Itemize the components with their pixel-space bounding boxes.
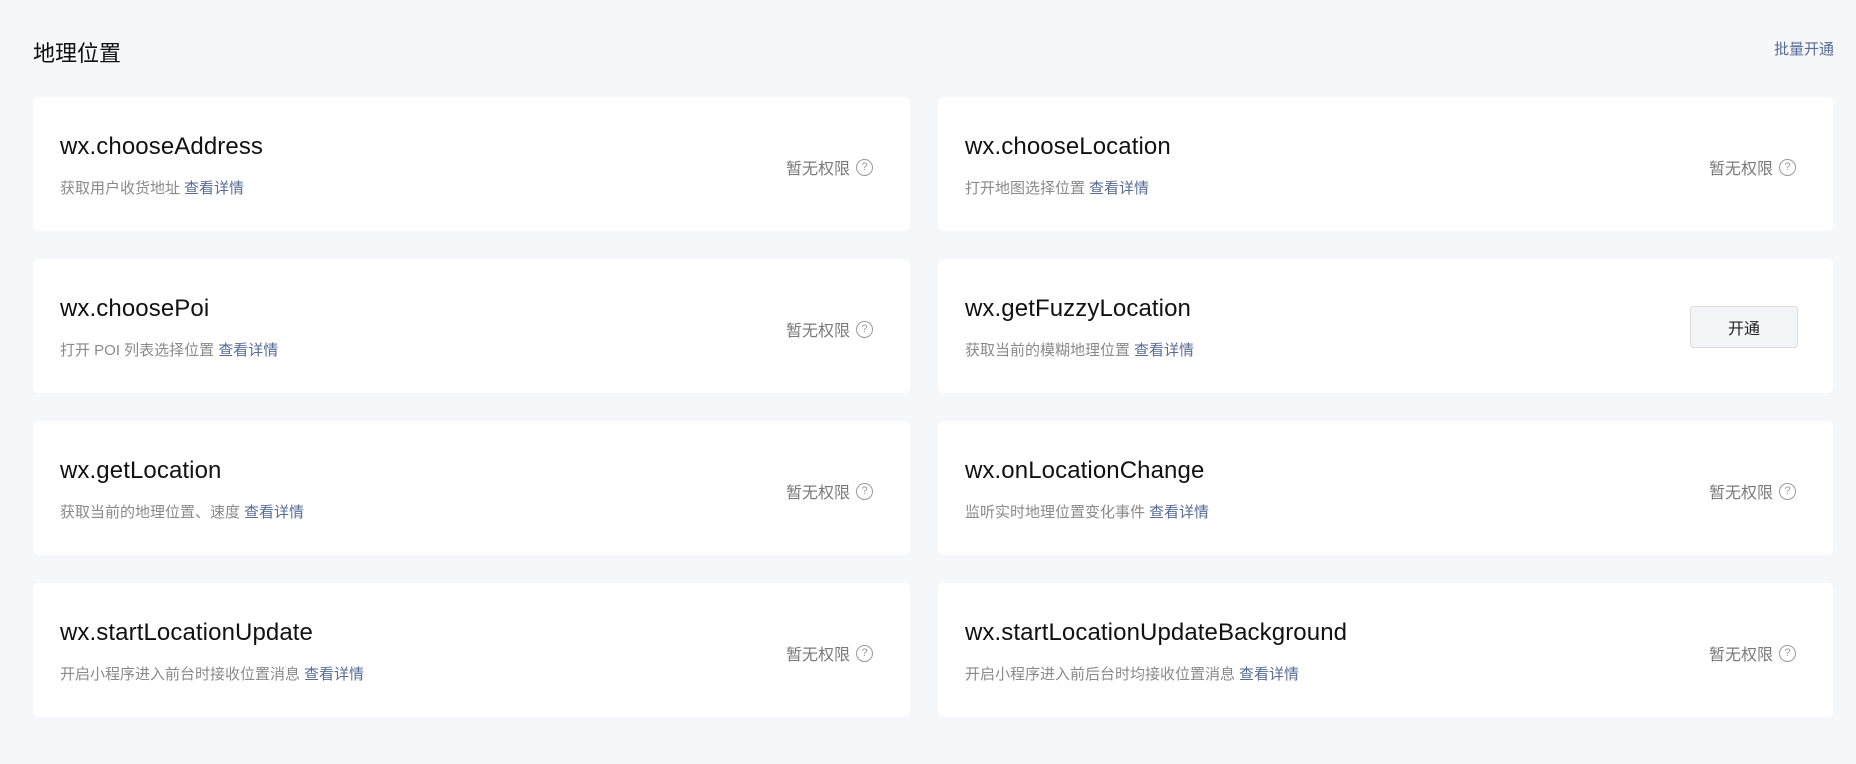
api-desc-text: 监听实时地理位置变化事件 bbox=[965, 504, 1146, 521]
api-card-getLocation: wx.getLocation 获取当前的地理位置、速度 查看详情 暂无权限 ? bbox=[33, 421, 910, 555]
question-circle-icon[interactable]: ? bbox=[1779, 644, 1796, 662]
no-permission-label: 暂无权限 bbox=[785, 161, 850, 178]
page-title: 地理位置 bbox=[33, 41, 122, 66]
no-permission-label: 暂无权限 bbox=[1708, 485, 1773, 502]
api-name: wx.startLocationUpdate bbox=[60, 619, 314, 646]
api-name: wx.getLocation bbox=[60, 457, 222, 484]
no-permission-label: 暂无权限 bbox=[1708, 161, 1773, 178]
view-details-link[interactable]: 查看详情 bbox=[1239, 666, 1299, 683]
api-description: 获取当前的模糊地理位置 查看详情 bbox=[965, 339, 1194, 360]
api-description: 开启小程序进入前后台时均接收位置消息 查看详情 bbox=[965, 663, 1299, 684]
api-name: wx.chooseAddress bbox=[60, 133, 264, 160]
view-details-link[interactable]: 查看详情 bbox=[1089, 180, 1149, 197]
api-card-onLocationChange: wx.onLocationChange 监听实时地理位置变化事件 查看详情 暂无权… bbox=[938, 421, 1833, 555]
question-circle-icon[interactable]: ? bbox=[1779, 158, 1796, 176]
no-permission-label: 暂无权限 bbox=[1708, 647, 1773, 664]
api-card-startLocationUpdateBackground: wx.startLocationUpdateBackground 开启小程序进入… bbox=[938, 583, 1833, 717]
api-card-choosePoi: wx.choosePoi 打开 POI 列表选择位置 查看详情 暂无权限 ? bbox=[33, 259, 910, 393]
view-details-link[interactable]: 查看详情 bbox=[304, 666, 364, 683]
api-name: wx.onLocationChange bbox=[965, 457, 1205, 484]
api-desc-text: 获取当前的模糊地理位置 bbox=[965, 342, 1131, 359]
question-circle-icon[interactable]: ? bbox=[856, 482, 873, 500]
no-permission-label: 暂无权限 bbox=[785, 647, 850, 664]
api-name: wx.choosePoi bbox=[60, 295, 210, 322]
api-name: wx.chooseLocation bbox=[965, 133, 1171, 160]
api-desc-text: 开启小程序进入前台时接收位置消息 bbox=[60, 666, 301, 683]
api-card-startLocationUpdate: wx.startLocationUpdate 开启小程序进入前台时接收位置消息查… bbox=[33, 583, 910, 717]
api-card-chooseLocation: wx.chooseLocation 打开地图选择位置 查看详情 暂无权限 ? bbox=[938, 97, 1833, 231]
permission-status: 暂无权限 ? bbox=[786, 317, 873, 341]
no-permission-label: 暂无权限 bbox=[785, 323, 850, 340]
api-description: 监听实时地理位置变化事件 查看详情 bbox=[965, 501, 1209, 522]
permission-status: 暂无权限 ? bbox=[786, 479, 873, 503]
permission-status: 暂无权限 ? bbox=[1709, 479, 1796, 503]
api-name: wx.getFuzzyLocation bbox=[965, 295, 1192, 322]
batch-open-link[interactable]: 批量开通 bbox=[1774, 38, 1834, 59]
api-desc-text: 打开地图选择位置 bbox=[965, 180, 1086, 197]
question-circle-icon[interactable]: ? bbox=[856, 320, 873, 338]
api-card-getFuzzyLocation: wx.getFuzzyLocation 获取当前的模糊地理位置 查看详情 开通 bbox=[938, 259, 1833, 393]
api-grid: wx.chooseAddress 获取用户收货地址 查看详情 暂无权限 ? wx.… bbox=[33, 97, 1833, 717]
api-desc-text: 获取用户收货地址 bbox=[60, 180, 181, 197]
api-desc-text: 获取当前的地理位置、速度 bbox=[60, 504, 241, 521]
open-button[interactable]: 开通 bbox=[1690, 306, 1798, 348]
view-details-link[interactable]: 查看详情 bbox=[184, 180, 244, 197]
view-details-link[interactable]: 查看详情 bbox=[218, 342, 278, 359]
api-description: 开启小程序进入前台时接收位置消息 查看详情 bbox=[60, 663, 364, 684]
api-desc-text: 开启小程序进入前后台时均接收位置消息 bbox=[965, 666, 1236, 683]
permission-status: 暂无权限 ? bbox=[1709, 155, 1796, 179]
view-details-link[interactable]: 查看详情 bbox=[1134, 342, 1194, 359]
permission-status: 暂无权限 ? bbox=[786, 641, 873, 665]
question-circle-icon[interactable]: ? bbox=[1779, 482, 1796, 500]
api-description: 获取当前的地理位置、速度 查看详情 bbox=[60, 501, 304, 522]
page: 地理位置 批量开通 wx.chooseAddress 获取用户收货地址 查看详情 … bbox=[0, 0, 1856, 764]
api-description: 打开地图选择位置 查看详情 bbox=[965, 177, 1149, 198]
api-name: wx.startLocationUpdateBackground bbox=[965, 619, 1348, 646]
api-desc-text: 打开 POI 列表选择位置 bbox=[60, 342, 215, 359]
permission-status: 暂无权限 ? bbox=[1709, 641, 1796, 665]
view-details-link[interactable]: 查看详情 bbox=[1149, 504, 1209, 521]
permission-status: 暂无权限 ? bbox=[786, 155, 873, 179]
question-circle-icon[interactable]: ? bbox=[856, 158, 873, 176]
question-circle-icon[interactable]: ? bbox=[856, 644, 873, 662]
view-details-link[interactable]: 查看详情 bbox=[244, 504, 304, 521]
api-description: 获取用户收货地址 查看详情 bbox=[60, 177, 244, 198]
api-card-chooseAddress: wx.chooseAddress 获取用户收货地址 查看详情 暂无权限 ? bbox=[33, 97, 910, 231]
no-permission-label: 暂无权限 bbox=[785, 485, 850, 502]
api-description: 打开 POI 列表选择位置 查看详情 bbox=[60, 339, 278, 360]
